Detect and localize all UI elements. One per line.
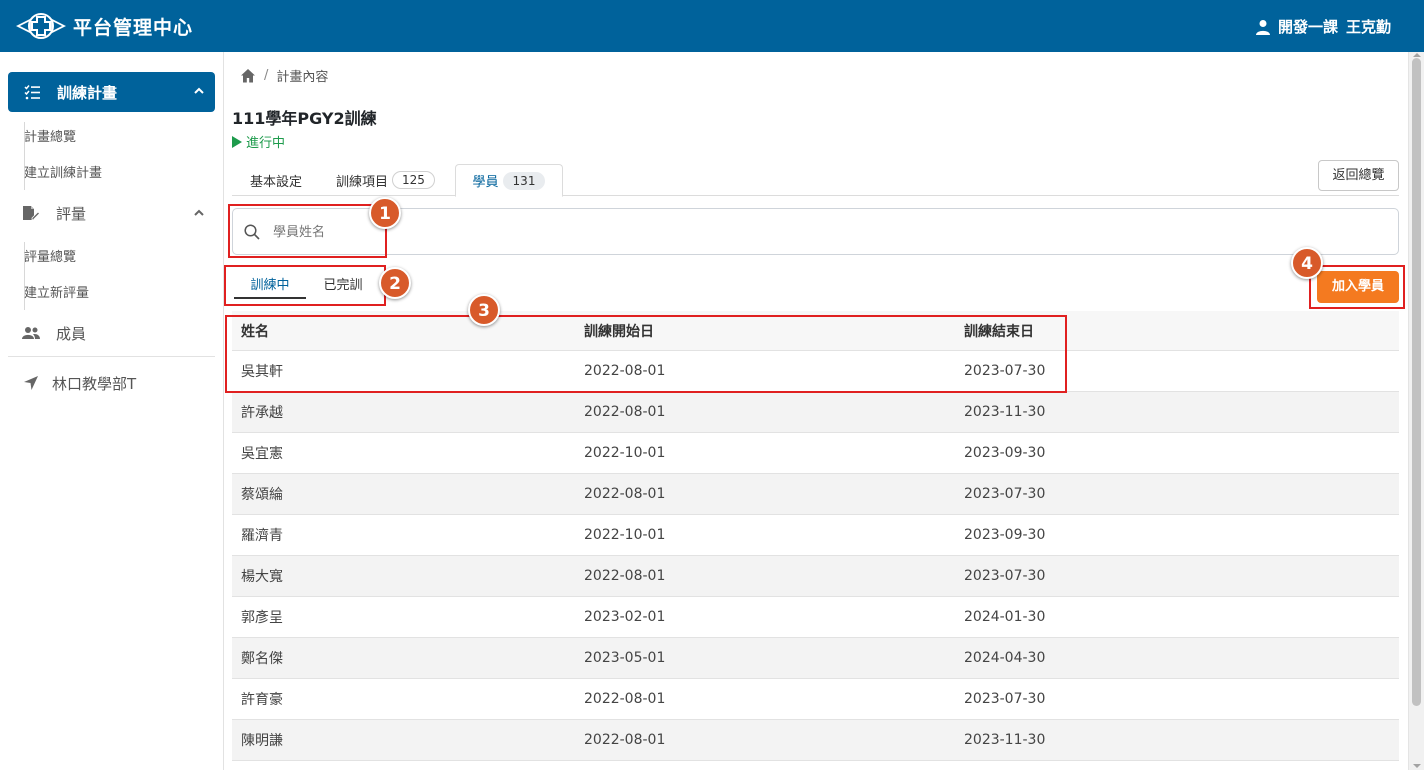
table-row[interactable]: 吳宜憲 2022-10-01 2023-09-30 (232, 433, 1399, 474)
table-row[interactable]: 楊大寬 2022-08-01 2023-07-30 (232, 556, 1399, 597)
chevron-up-icon (194, 209, 204, 216)
status-badge: 進行中 (232, 132, 285, 151)
callout-marker-3: 3 (468, 294, 500, 326)
breadcrumb-separator: / (264, 68, 269, 83)
search-box (232, 208, 1399, 255)
table-row[interactable]: 郭彥呈 2023-02-01 2024-01-30 (232, 597, 1399, 638)
back-to-overview-button[interactable]: 返回總覽 (1318, 160, 1399, 191)
breadcrumb: / 計畫內容 (240, 66, 328, 85)
student-name: 楊大寬 (241, 569, 283, 585)
student-name: 鄭名傑 (241, 651, 283, 667)
edit-document-icon (23, 206, 40, 220)
sidebar-item-training-plan[interactable]: 訓練計畫 (8, 72, 215, 112)
tab-label: 基本設定 (249, 174, 302, 190)
table-row[interactable]: 鄭名傑 2023-05-01 2024-04-30 (232, 638, 1399, 679)
tab-students[interactable]: 學員 131 (455, 164, 563, 197)
breadcrumb-current: 計畫內容 (276, 70, 329, 85)
location-arrow-icon (24, 376, 38, 390)
scroll-up-icon[interactable] (1413, 53, 1421, 57)
tab-bar: 基本設定 訓練項目 125 學員 131 (232, 164, 1399, 197)
start-date: 2022-08-01 (584, 732, 666, 748)
highlight-box-add (1309, 265, 1405, 309)
start-date: 2022-08-01 (584, 691, 666, 707)
user-name: 王克勤 (1345, 18, 1391, 36)
end-date: 2023-07-30 (964, 486, 1046, 502)
chevron-up-icon (194, 87, 204, 94)
sidebar-item-create-plan[interactable]: 建立訓練計畫 (24, 162, 102, 181)
start-date: 2022-10-01 (584, 527, 666, 543)
table-row[interactable]: 許承越 2022-08-01 2023-11-30 (232, 392, 1399, 433)
start-date: 2022-08-01 (584, 404, 666, 420)
scrollbar-thumb[interactable] (1412, 58, 1421, 706)
page-title: 111學年PGY2訓練 (232, 109, 377, 128)
sidebar-divider (8, 356, 215, 357)
table-row[interactable]: 蔡頌綸 2022-08-01 2023-07-30 (232, 474, 1399, 515)
end-date: 2023-07-30 (964, 691, 1046, 707)
users-icon (22, 327, 40, 339)
end-date: 2023-09-30 (964, 527, 1046, 543)
sidebar-item-plan-overview[interactable]: 計畫總覽 (24, 126, 76, 145)
sidebar-item-members[interactable]: 成員 (8, 317, 215, 349)
scroll-down-icon[interactable] (1413, 764, 1421, 768)
student-name: 陳明謙 (241, 733, 283, 749)
sidebar-item-evaluation[interactable]: 評量 (8, 197, 215, 229)
callout-marker-1: 1 (369, 197, 401, 229)
end-date: 2024-01-30 (964, 609, 1046, 625)
student-name: 羅濟青 (241, 528, 283, 544)
vertical-scrollbar[interactable] (1408, 52, 1424, 770)
count-badge: 125 (392, 171, 435, 189)
user-department: 開發一課 (1277, 18, 1338, 36)
table-row[interactable]: 羅濟青 2022-10-01 2023-09-30 (232, 515, 1399, 556)
start-date: 2022-08-01 (584, 568, 666, 584)
sidebar-item-organization[interactable]: 林口教學部T (8, 367, 215, 399)
highlight-box-filter (224, 265, 386, 306)
sidebar-item-create-evaluation[interactable]: 建立新評量 (24, 282, 89, 301)
student-name: 蔡頌綸 (241, 487, 283, 503)
count-badge: 131 (502, 171, 546, 190)
student-name: 吳宜憲 (241, 446, 283, 462)
user-menu[interactable]: 開發一課 王克勤 (1255, 16, 1391, 37)
callout-marker-2: 2 (379, 267, 411, 299)
end-date: 2023-07-30 (964, 568, 1046, 584)
student-name: 郭彥呈 (241, 610, 283, 626)
user-icon (1255, 19, 1270, 35)
tab-training-items[interactable]: 訓練項目 125 (336, 164, 435, 196)
logo-icon (16, 13, 66, 39)
start-date: 2022-08-01 (584, 486, 666, 502)
app-title: 平台管理中心 (73, 17, 194, 39)
student-name: 許育豪 (241, 692, 283, 708)
sidebar-item-label: 成員 (56, 325, 87, 343)
end-date: 2023-11-30 (964, 732, 1046, 748)
table-row[interactable]: 許育豪 2022-08-01 2023-07-30 (232, 679, 1399, 720)
checklist-icon (24, 85, 40, 100)
tab-label: 訓練項目 (336, 174, 389, 190)
tab-basic-settings[interactable]: 基本設定 (233, 164, 319, 196)
start-date: 2022-10-01 (584, 445, 666, 461)
student-name: 許承越 (241, 405, 283, 421)
start-date: 2023-05-01 (584, 650, 666, 666)
sidebar-item-label: 林口教學部T (52, 375, 137, 393)
end-date: 2024-04-30 (964, 650, 1046, 666)
top-header: 平台管理中心 開發一課 王克勤 (0, 0, 1424, 52)
callout-marker-4: 4 (1291, 247, 1323, 279)
play-icon (232, 135, 242, 148)
sidebar: 訓練計畫 計畫總覽 建立訓練計畫 評量 評量總覽 建立新評量 成員 林口教學部T (0, 52, 224, 770)
highlight-box-table (225, 315, 1067, 393)
end-date: 2023-11-30 (964, 404, 1046, 420)
tab-label: 學員 (472, 175, 499, 190)
sidebar-item-label: 評量 (56, 205, 87, 223)
highlight-box-search (228, 204, 387, 258)
sidebar-item-evaluation-overview[interactable]: 評量總覽 (24, 246, 76, 265)
table-row[interactable]: 陳明謙 2022-08-01 2023-11-30 (232, 720, 1399, 761)
start-date: 2023-02-01 (584, 609, 666, 625)
status-text: 進行中 (246, 136, 286, 151)
home-icon[interactable] (240, 68, 256, 83)
sidebar-item-label: 訓練計畫 (57, 84, 118, 102)
end-date: 2023-09-30 (964, 445, 1046, 461)
